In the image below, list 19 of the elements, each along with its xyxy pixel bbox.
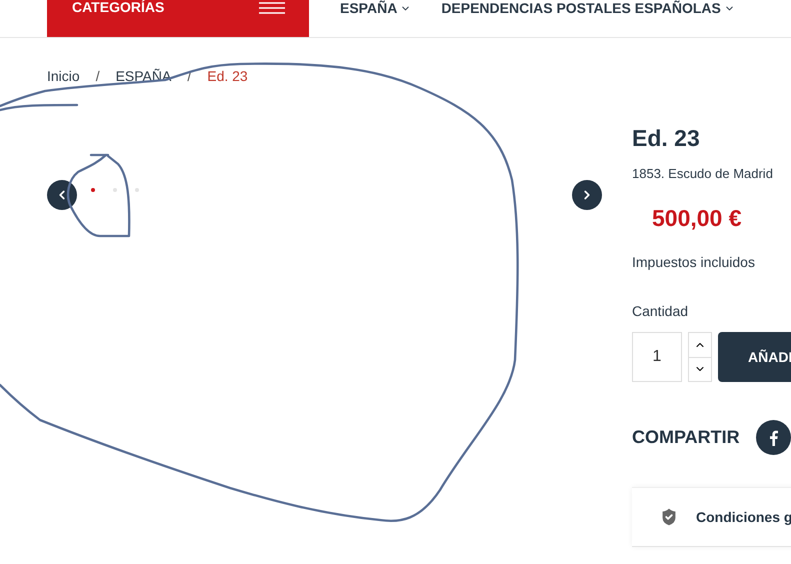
quantity-field[interactable]: 1 bbox=[632, 332, 682, 382]
nav-link[interactable]: DEPENDENCIAS POSTALES ESPAÑOLAS bbox=[441, 0, 735, 16]
previous-button[interactable] bbox=[47, 180, 77, 210]
quantity-label: Cantidad bbox=[632, 303, 690, 319]
product-subtitle: 1853. Escudo de Madrid bbox=[632, 166, 774, 181]
breadcrumb-link[interactable]: Inicio bbox=[47, 68, 80, 84]
facebook-button[interactable] bbox=[756, 420, 791, 455]
nav-link[interactable]: ESPAÑA bbox=[340, 0, 412, 16]
product-price: 500,00 € bbox=[652, 205, 743, 232]
product-title: Ed. 23 bbox=[632, 124, 701, 152]
share-label: COMPARTIR bbox=[632, 427, 740, 448]
breadcrumb-link[interactable]: Ed. 23 bbox=[207, 68, 248, 84]
facebook-icon bbox=[768, 430, 778, 446]
menu-icon bbox=[259, 2, 285, 14]
carousel-dot[interactable] bbox=[91, 188, 95, 192]
tax-note: Impuestos incluidos bbox=[632, 254, 756, 270]
breadcrumb-separator: / bbox=[96, 68, 100, 84]
add-to-cart-button[interactable]: AÑADI bbox=[718, 332, 791, 382]
next-button[interactable] bbox=[572, 180, 602, 210]
